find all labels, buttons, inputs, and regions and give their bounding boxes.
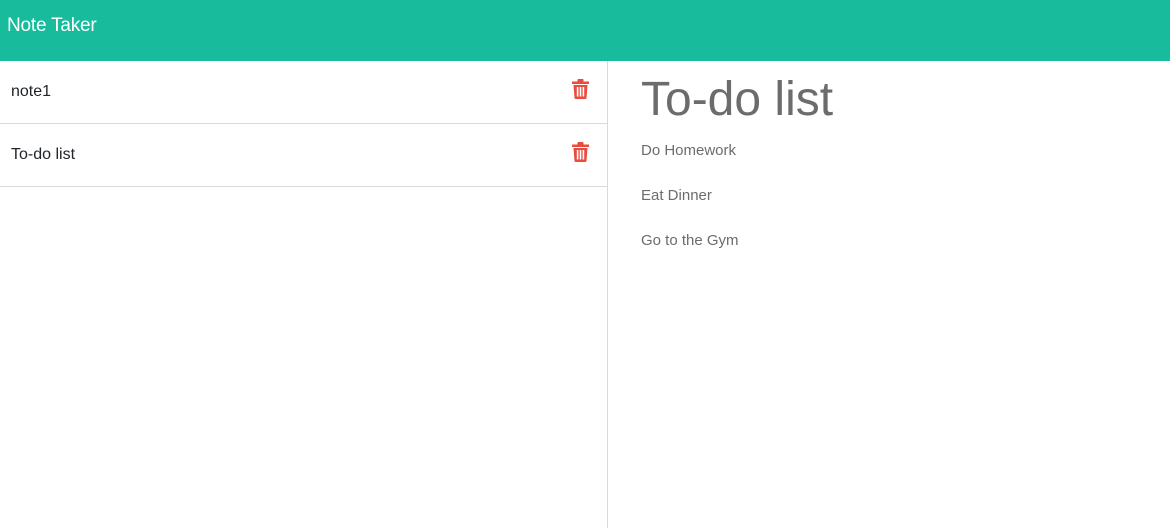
note-text-line: Go to the Gym: [641, 232, 739, 249]
note-text-field[interactable]: Do Homework Eat Dinner Go to the Gym: [641, 141, 1141, 276]
note-list-item[interactable]: To-do list: [0, 124, 607, 187]
app-title[interactable]: Note Taker: [7, 14, 97, 38]
trash-icon: [572, 79, 589, 99]
note-list-item[interactable]: note1: [0, 61, 607, 124]
navbar: Note Taker: [0, 0, 1170, 61]
note-title-field[interactable]: To-do list: [641, 71, 833, 129]
delete-note-button[interactable]: [572, 79, 589, 99]
delete-note-button[interactable]: [572, 142, 589, 162]
trash-icon: [572, 142, 589, 162]
note-text-line: Do Homework: [641, 142, 737, 159]
note-title: To-do list: [11, 146, 76, 163]
note-list: note1 To-do list: [0, 61, 608, 528]
note-text-line: Eat Dinner: [641, 187, 712, 204]
note-detail: To-do list Do Homework Eat Dinner Go to …: [609, 61, 1170, 528]
note-title: note1: [11, 83, 52, 100]
